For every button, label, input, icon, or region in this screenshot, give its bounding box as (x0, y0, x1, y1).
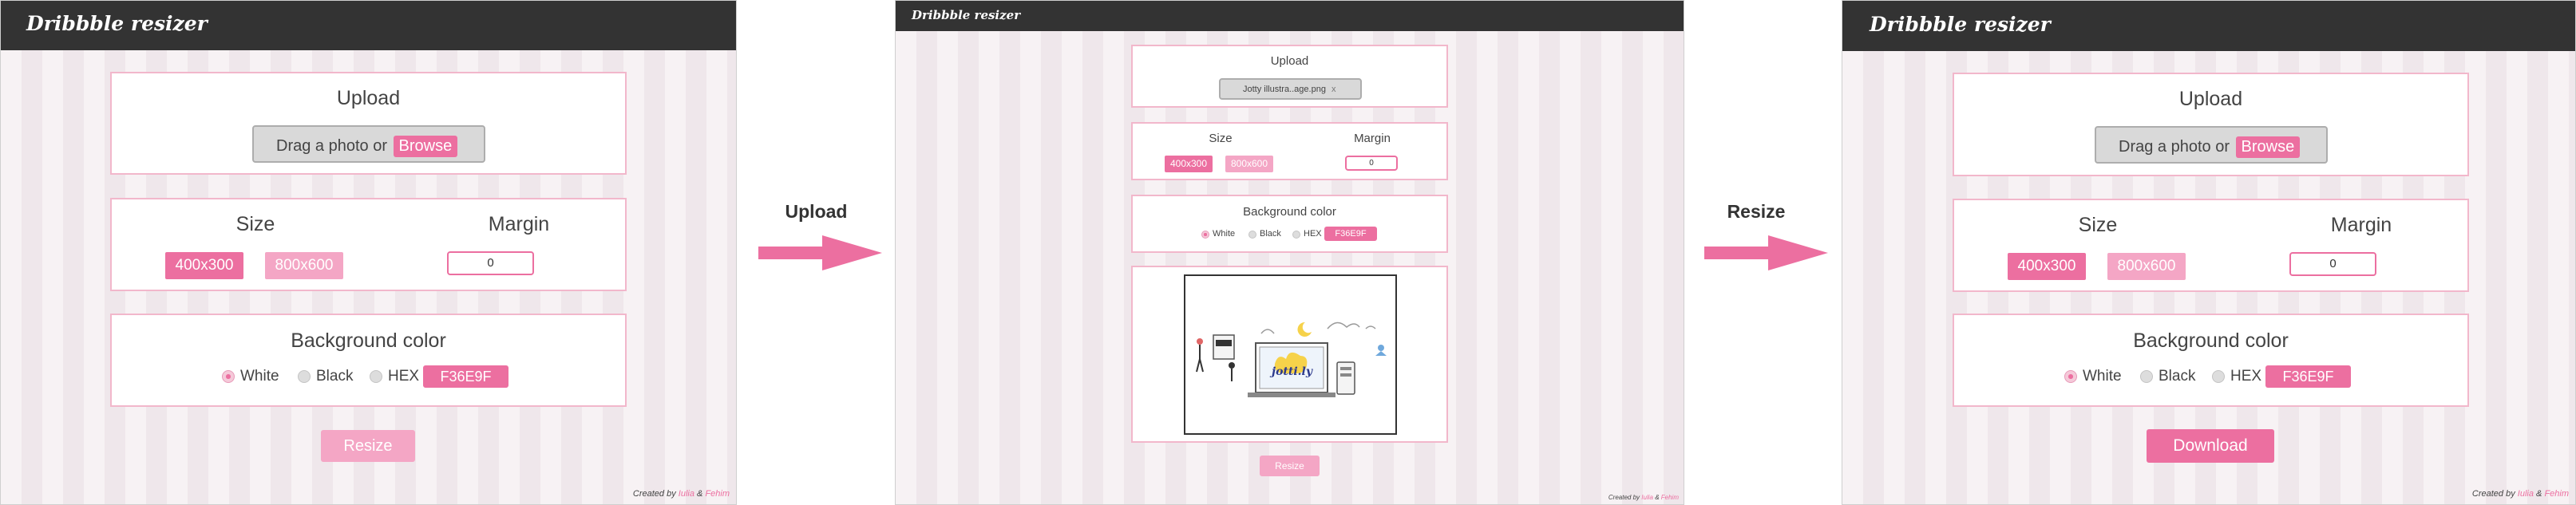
screen-uploaded: Dribbble resizer Upload Jotty illustra..… (895, 0, 1684, 505)
hex-input[interactable]: F36E9F (2265, 365, 2351, 388)
margin-title: Margin (2330, 214, 2392, 236)
flow-label-upload: Upload (785, 201, 848, 222)
margin-title: Margin (488, 213, 550, 235)
radio-black-label: Black (1260, 229, 1281, 239)
download-button[interactable]: Download (2147, 429, 2274, 463)
radio-black[interactable] (298, 370, 311, 383)
hex-input[interactable]: F36E9F (1324, 227, 1377, 241)
footer-prefix: Created by (2471, 489, 2515, 499)
size-option-800x600[interactable]: 800x600 (1225, 156, 1273, 172)
uploaded-file-chip[interactable]: Jotty illustra..age.png x (1219, 78, 1362, 100)
radio-white-label: White (1213, 229, 1236, 239)
background-card: Background color White Black HEX F36E9F (1953, 314, 2469, 407)
photo-dropzone[interactable]: Drag a photo or Browse (252, 125, 485, 163)
background-card: Background color White Black HEX F36E9F (1131, 195, 1448, 253)
size-option-800x600[interactable]: 800x600 (265, 252, 343, 279)
footer-prefix: Created by (1608, 494, 1640, 501)
upload-title: Upload (1270, 54, 1309, 68)
size-margin-card: Size Margin 400x300 800x600 0 (110, 198, 627, 291)
footer-prefix: Created by (632, 489, 676, 499)
radio-hex[interactable] (1292, 231, 1300, 239)
upload-card: Upload Drag a photo or Browse (1953, 73, 2469, 176)
radio-white[interactable] (1201, 231, 1209, 239)
app-logo: Dribbble resizer (26, 12, 208, 35)
header-bar: Dribbble resizer (896, 1, 1684, 31)
arrow-right-icon (1704, 235, 1828, 270)
footer-separator: & (2536, 489, 2542, 499)
upload-card: Upload Jotty illustra..age.png x (1131, 45, 1448, 108)
size-option-400x300[interactable]: 400x300 (1165, 156, 1213, 172)
footer-author-2[interactable]: Fehim (2544, 489, 2569, 499)
radio-white[interactable] (222, 370, 235, 383)
header-bar: Dribbble resizer (1, 1, 736, 50)
footer-separator: & (1655, 494, 1660, 501)
screen-download: Dribbble resizer Upload Drag a photo or … (1842, 0, 2576, 505)
footer-credit: Created by Iulia & Fehim (633, 489, 730, 499)
app-logo: Dribbble resizer (1870, 13, 2051, 36)
radio-hex[interactable] (370, 370, 382, 383)
app-logo: Dribbble resizer (912, 8, 1021, 22)
resize-button[interactable]: Resize (321, 430, 415, 462)
resized-image-preview: jotti.ly (1184, 274, 1397, 435)
footer-author-1[interactable]: Iulia (679, 489, 694, 499)
uploaded-filename: Jotty illustra..age.png (1243, 85, 1326, 94)
size-title: Size (235, 213, 275, 235)
margin-input[interactable]: 0 (2289, 252, 2376, 276)
radio-white-label: White (240, 368, 279, 385)
footer-author-2[interactable]: Fehim (705, 489, 730, 499)
size-option-800x600[interactable]: 800x600 (2107, 253, 2186, 280)
size-option-400x300[interactable]: 400x300 (2008, 253, 2086, 280)
radio-white[interactable] (2064, 370, 2077, 383)
remove-file-icon[interactable]: x (1332, 85, 1336, 94)
size-option-400x300[interactable]: 400x300 (165, 252, 243, 279)
footer-credit: Created by Iulia & Fehim (1609, 494, 1679, 501)
footer-author-1[interactable]: Iulia (1641, 494, 1653, 501)
screen-initial: Dribbble resizer Upload Drag a photo or … (0, 0, 737, 505)
radio-hex-label: HEX (1304, 229, 1322, 239)
radio-black[interactable] (2140, 370, 2153, 383)
radio-hex-label: HEX (388, 368, 420, 385)
radio-white-label: White (2083, 368, 2122, 385)
margin-title: Margin (1354, 132, 1391, 145)
radio-hex[interactable] (2212, 370, 2225, 383)
hex-input[interactable]: F36E9F (423, 365, 508, 388)
size-title: Size (2078, 214, 2118, 236)
background-card: Background color White Black HEX F36E9F (110, 314, 627, 407)
background-title: Background color (1243, 205, 1336, 219)
browse-button[interactable]: Browse (2235, 136, 2301, 158)
resize-button[interactable]: Resize (1260, 456, 1320, 476)
upload-title: Upload (2178, 88, 2243, 110)
drag-text: Drag a photo or (2119, 138, 2230, 156)
flow-label-resize: Resize (1727, 201, 1786, 222)
header-bar: Dribbble resizer (1842, 1, 2575, 51)
drag-text: Drag a photo or (276, 137, 387, 155)
jotty-illustration-image: jotti.ly (1196, 322, 1387, 397)
radio-black-label: Black (2159, 368, 2196, 385)
svg-text:jotti.ly: jotti.ly (1269, 365, 1313, 378)
arrow-right-icon (758, 235, 882, 270)
footer-author-2[interactable]: Fehim (1661, 494, 1679, 501)
photo-dropzone[interactable]: Drag a photo or Browse (2095, 126, 2328, 164)
footer-credit: Created by Iulia & Fehim (2472, 489, 2569, 499)
upload-card: Upload Drag a photo or Browse (110, 72, 627, 175)
preview-card: jotti.ly (1131, 266, 1448, 443)
margin-input[interactable]: 0 (447, 251, 534, 275)
footer-author-1[interactable]: Iulia (2518, 489, 2534, 499)
margin-input[interactable]: 0 (1345, 156, 1398, 171)
radio-black[interactable] (1248, 231, 1256, 239)
size-margin-card: Size Margin 400x300 800x600 0 (1131, 122, 1448, 180)
radio-hex-label: HEX (2230, 368, 2262, 385)
radio-black-label: Black (316, 368, 354, 385)
size-margin-card: Size Margin 400x300 800x600 0 (1953, 199, 2469, 292)
browse-button[interactable]: Browse (393, 136, 458, 157)
upload-title: Upload (336, 87, 401, 109)
footer-separator: & (697, 489, 703, 499)
size-title: Size (1209, 132, 1233, 145)
background-title: Background color (291, 329, 446, 352)
background-title: Background color (2133, 329, 2289, 352)
